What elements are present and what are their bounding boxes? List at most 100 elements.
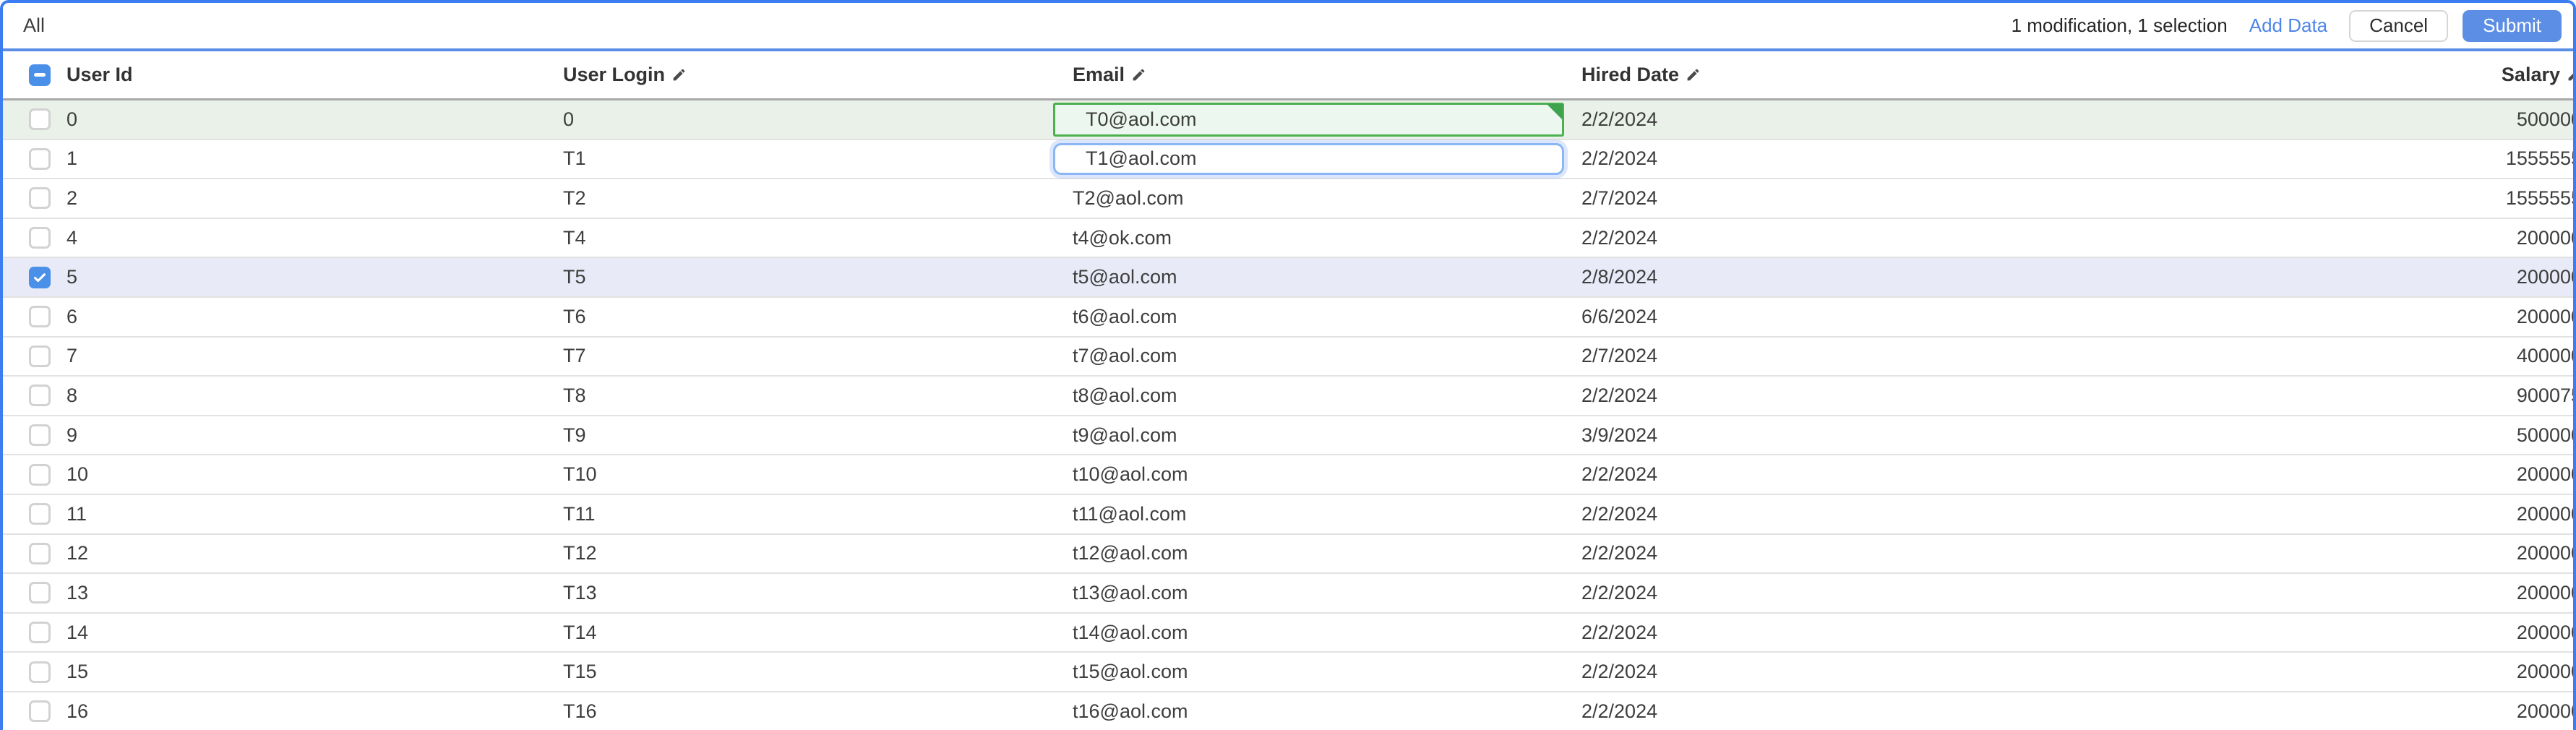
row-checkbox[interactable] [29,385,51,407]
add-data-link[interactable]: Add Data [2249,14,2327,37]
cell-user-id[interactable]: 11 [58,495,552,533]
cell-user-id[interactable]: 16 [58,692,552,730]
row-checkbox[interactable] [29,700,51,723]
email-edit-box[interactable]: t9@aol.com [1047,416,1571,455]
cell-salary[interactable]: 200000 [2171,455,2573,494]
cell-user-id[interactable]: 15 [58,653,552,691]
cell-email[interactable]: t6@aol.com [1047,298,1571,336]
cell-email[interactable]: T1@aol.com [1047,140,1571,179]
email-edit-box[interactable]: t8@aol.com [1047,377,1571,415]
cell-user-id[interactable]: 1 [58,140,552,179]
cell-salary[interactable]: 200000 [2171,258,2573,296]
email-edit-box[interactable]: t15@aol.com [1047,653,1571,691]
cell-hired-date[interactable]: 2/7/2024 [1571,179,2171,218]
select-all-checkbox[interactable] [29,64,51,86]
cell-email[interactable]: t14@aol.com [1047,614,1571,652]
email-edit-box[interactable]: t10@aol.com [1047,455,1571,494]
row-checkbox[interactable] [29,622,51,644]
cell-hired-date[interactable]: 2/2/2024 [1571,219,2171,257]
cell-user-login[interactable]: T7 [552,338,1047,376]
cell-user-id[interactable]: 6 [58,298,552,336]
column-header-user-id[interactable]: User Id [58,64,552,86]
cell-user-login[interactable]: T5 [552,258,1047,296]
cell-user-login[interactable]: T15 [552,653,1047,691]
cell-salary[interactable]: 200000 [2171,653,2573,691]
cell-hired-date[interactable]: 2/2/2024 [1571,377,2171,415]
cell-email[interactable]: t11@aol.com [1047,495,1571,533]
cell-user-id[interactable]: 5 [58,258,552,296]
cell-email[interactable]: t7@aol.com [1047,338,1571,376]
email-edit-box[interactable]: t6@aol.com [1047,298,1571,336]
cell-user-login[interactable]: T4 [552,219,1047,257]
row-checkbox[interactable] [29,463,51,486]
cell-hired-date[interactable]: 2/2/2024 [1571,455,2171,494]
email-edit-box[interactable]: t11@aol.com [1047,495,1571,533]
cell-hired-date[interactable]: 2/8/2024 [1571,258,2171,296]
row-checkbox[interactable] [29,187,51,210]
cell-salary[interactable]: 200000 [2171,614,2573,652]
cell-user-login[interactable]: 0 [552,100,1047,139]
cell-email[interactable]: t13@aol.com [1047,574,1571,612]
cell-user-login[interactable]: T9 [552,416,1047,455]
cell-user-login[interactable]: T6 [552,298,1047,336]
row-checkbox[interactable] [29,266,51,288]
cell-user-id[interactable]: 12 [58,535,552,573]
column-header-hired-date[interactable]: Hired Date [1571,64,2171,86]
cell-email[interactable]: t5@aol.com [1047,258,1571,296]
cell-salary[interactable]: 200000 [2171,574,2573,612]
cell-hired-date[interactable]: 2/2/2024 [1571,614,2171,652]
row-checkbox[interactable] [29,503,51,525]
email-edit-box[interactable]: t7@aol.com [1047,338,1571,376]
cell-email[interactable]: T2@aol.com [1047,179,1571,218]
cell-user-id[interactable]: 0 [58,100,552,139]
row-checkbox[interactable] [29,661,51,683]
filter-label[interactable]: All [23,14,45,37]
cell-user-id[interactable]: 9 [58,416,552,455]
cell-hired-date[interactable]: 6/6/2024 [1571,298,2171,336]
cell-user-id[interactable]: 8 [58,377,552,415]
cell-user-id[interactable]: 14 [58,614,552,652]
cell-salary[interactable]: 200000 [2171,219,2573,257]
cell-hired-date[interactable]: 2/2/2024 [1571,140,2171,179]
cell-salary[interactable]: 200000 [2171,495,2573,533]
row-checkbox[interactable] [29,582,51,604]
row-checkbox[interactable] [29,542,51,564]
email-edit-box[interactable]: T1@aol.com [1053,142,1564,176]
cell-salary[interactable]: 900075 [2171,377,2573,415]
row-checkbox[interactable] [29,108,51,131]
cell-hired-date[interactable]: 2/2/2024 [1571,574,2171,612]
cell-user-id[interactable]: 10 [58,455,552,494]
cell-user-login[interactable]: T11 [552,495,1047,533]
cell-hired-date[interactable]: 2/2/2024 [1571,653,2171,691]
column-header-salary[interactable]: Salary [2171,64,2573,86]
email-edit-box[interactable]: t14@aol.com [1047,614,1571,652]
cell-user-login[interactable]: T10 [552,455,1047,494]
cell-salary[interactable]: 500000 [2171,416,2573,455]
row-checkbox[interactable] [29,306,51,328]
cell-hired-date[interactable]: 2/2/2024 [1571,692,2171,730]
cell-email[interactable]: t10@aol.com [1047,455,1571,494]
email-edit-box[interactable]: t4@ok.com [1047,219,1571,257]
cell-salary[interactable]: 500000 [2171,100,2573,139]
cell-user-login[interactable]: T13 [552,574,1047,612]
cell-email[interactable]: t4@ok.com [1047,219,1571,257]
cell-user-id[interactable]: 2 [58,179,552,218]
cell-user-login[interactable]: T12 [552,535,1047,573]
cell-email[interactable]: t9@aol.com [1047,416,1571,455]
email-edit-box[interactable]: t13@aol.com [1047,574,1571,612]
cell-user-login[interactable]: T8 [552,377,1047,415]
cell-hired-date[interactable]: 2/2/2024 [1571,100,2171,139]
cell-email[interactable]: t12@aol.com [1047,535,1571,573]
row-checkbox[interactable] [29,227,51,249]
cell-user-login[interactable]: T16 [552,692,1047,730]
submit-button[interactable]: Submit [2463,9,2562,42]
cell-salary[interactable]: 200000 [2171,298,2573,336]
cell-user-id[interactable]: 13 [58,574,552,612]
email-edit-box[interactable]: T0@aol.com [1053,103,1564,137]
email-edit-box[interactable]: t5@aol.com [1047,258,1571,296]
cell-hired-date[interactable]: 2/2/2024 [1571,495,2171,533]
cell-salary[interactable]: 1555555 [2171,140,2573,179]
row-checkbox[interactable] [29,147,51,170]
email-edit-box[interactable]: t16@aol.com [1047,692,1571,730]
row-checkbox[interactable] [29,424,51,447]
